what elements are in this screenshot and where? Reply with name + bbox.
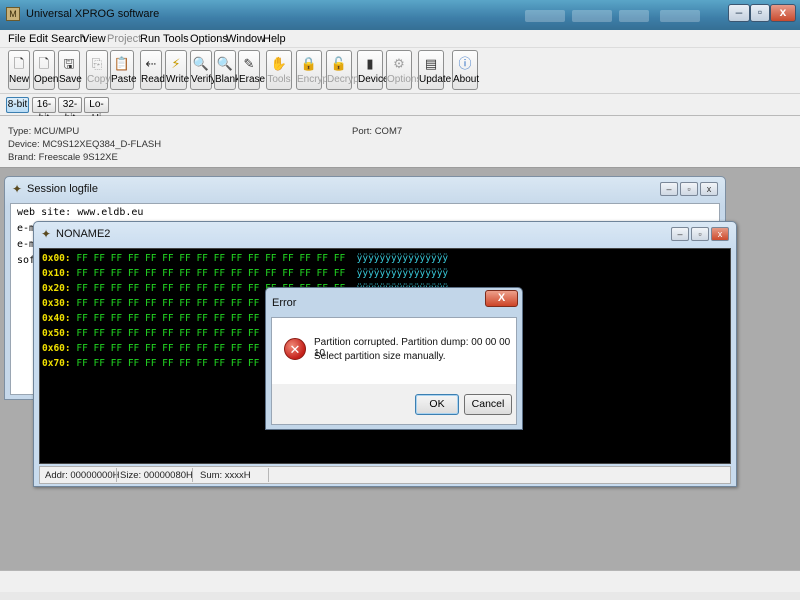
noname2-close-button[interactable]: x <box>711 227 729 241</box>
window-bottom-edge <box>0 592 800 600</box>
bitmode-16bit-button[interactable]: 16-bit <box>32 97 56 124</box>
minimize-window-button[interactable]: – <box>728 4 750 22</box>
menu-bar: File Edit Search View Project Run Tools … <box>0 30 800 48</box>
write-lightning-icon: ⚡ <box>171 56 181 71</box>
status-separator <box>116 468 117 482</box>
update-button[interactable]: ▤ Update <box>418 50 451 90</box>
erase-brush-icon: ✎ <box>243 56 255 71</box>
device-name-text: Device: MC9S12XEQ384_D-FLASH <box>8 139 162 150</box>
hex-addr-text: Addr: 00000000H <box>45 470 120 481</box>
menu-run[interactable]: Run <box>140 33 160 45</box>
read-button[interactable]: ⇠ Read <box>140 50 165 90</box>
info-icon: ⓘ <box>458 56 472 71</box>
error-close-button[interactable]: X <box>485 290 518 307</box>
update-icon: ▤ <box>424 56 438 71</box>
bitmode-bar: 8-bit 16-bit 32-bit Lo-Hi <box>0 94 800 124</box>
log-line: web site: www.eldb.eu <box>17 207 144 218</box>
copy-icon: ⎘ <box>91 56 103 71</box>
taskbar-strip <box>660 10 700 22</box>
maximize-window-button[interactable]: ▫ <box>750 4 770 22</box>
error-message-line2: Select partition size manually. <box>314 351 446 362</box>
bitmode-8bit-button[interactable]: 8-bit <box>6 97 29 113</box>
blank-check-icon: 🔍 <box>216 56 234 71</box>
hex-row: 0x00: FF FF FF FF FF FF FF FF FF FF FF F… <box>42 253 449 264</box>
blank-button[interactable]: 🔍 Blank <box>214 50 240 90</box>
device-button[interactable]: ▮ Device <box>357 50 389 90</box>
open-button[interactable]: 🗋 Open <box>33 50 58 90</box>
verify-magnifier-icon: 🔍 <box>192 56 210 71</box>
copy-button[interactable]: ⎘ Copy <box>86 50 110 90</box>
menu-tools[interactable]: Tools <box>163 33 189 45</box>
noname2-minimize-button[interactable]: – <box>671 227 689 241</box>
about-button[interactable]: ⓘ About <box>452 50 479 90</box>
options-icon: ⚙ <box>393 56 405 71</box>
menu-edit[interactable]: Edit <box>29 33 48 45</box>
hex-status-bar: Addr: 00000000H Size: 00000080H Sum: xxx… <box>39 466 731 484</box>
noname2-maximize-button[interactable]: ▫ <box>691 227 709 241</box>
app-titlebar[interactable]: M Universal XPROG software – ▫ x <box>0 0 800 30</box>
menu-help[interactable]: Help <box>263 33 286 45</box>
menu-file[interactable]: File <box>8 33 26 45</box>
paste-button[interactable]: 📋 Paste <box>110 50 137 90</box>
write-button[interactable]: ⚡ Write <box>165 50 189 90</box>
error-message-area: ✕ Partition corrupted. Partition dump: 0… <box>272 318 516 384</box>
encrypt-button[interactable]: 🔒 Encrypt <box>296 50 331 90</box>
app-title: Universal XPROG software <box>26 8 160 20</box>
menu-project[interactable]: Project <box>107 33 141 45</box>
noname2-window-title: NONAME2 <box>56 228 111 240</box>
menu-view[interactable]: View <box>82 33 106 45</box>
cancel-button[interactable]: Cancel <box>464 394 512 415</box>
window-icon: ✦ <box>12 182 23 196</box>
paste-icon: 📋 <box>113 56 131 71</box>
status-separator <box>268 468 269 482</box>
unlock-icon: 🔓 <box>330 56 348 71</box>
chip-icon: ▮ <box>366 56 374 71</box>
session-window-title: Session logfile <box>27 183 98 195</box>
hex-row: 0x10: FF FF FF FF FF FF FF FF FF FF FF F… <box>42 268 449 279</box>
tools-icon: ✋ <box>270 56 288 71</box>
new-button[interactable]: 🗋 New <box>8 50 30 90</box>
taskbar-strip <box>572 10 612 22</box>
save-button[interactable]: 🖫 Save <box>58 50 82 90</box>
open-file-icon: 🗋 <box>38 56 50 71</box>
error-dialog-body: ✕ Partition corrupted. Partition dump: 0… <box>271 317 517 425</box>
status-separator <box>192 468 193 482</box>
error-dialog[interactable]: Error X ✕ Partition corrupted. Partition… <box>265 287 523 430</box>
window-icon: ✦ <box>41 227 52 241</box>
device-brand-text: Brand: Freescale 9S12XE <box>8 152 118 163</box>
erase-button[interactable]: ✎ Erase <box>238 50 265 90</box>
read-chip-icon: ⇠ <box>145 56 157 71</box>
taskbar-strip <box>619 10 649 22</box>
menu-window[interactable]: Window <box>226 33 265 45</box>
bitmode-lohi-button[interactable]: Lo-Hi <box>84 97 109 124</box>
bitmode-32bit-button[interactable]: 32-bit <box>58 97 82 124</box>
ok-button[interactable]: OK <box>415 394 459 415</box>
lock-icon: 🔒 <box>300 56 318 71</box>
menu-search[interactable]: Search <box>51 33 86 45</box>
session-maximize-button[interactable]: ▫ <box>680 182 698 196</box>
error-icon: ✕ <box>284 338 306 360</box>
port-text: Port: COM7 <box>352 126 403 137</box>
close-window-button[interactable]: x <box>770 4 796 22</box>
taskbar-strip <box>525 10 565 22</box>
toolbar: 🗋 New 🗋 Open 🖫 Save ⎘ Copy 📋 Paste ⇠ Rea… <box>0 48 800 94</box>
save-icon: 🖫 <box>63 56 75 71</box>
main-status-bar <box>0 570 800 592</box>
hex-sum-text: Sum: xxxxH <box>200 470 251 481</box>
device-type-text: Type: MCU/MPU <box>8 126 80 137</box>
xprog-app-icon: M <box>6 7 20 21</box>
new-file-icon: 🗋 <box>13 56 25 71</box>
tools-button[interactable]: ✋ Tools <box>266 50 292 90</box>
hex-size-text: Size: 00000080H <box>120 470 193 481</box>
device-info-panel: Type: MCU/MPU Device: MC9S12XEQ384_D-FLA… <box>0 116 800 168</box>
error-dialog-title: Error <box>272 297 297 309</box>
session-minimize-button[interactable]: – <box>660 182 678 196</box>
verify-button[interactable]: 🔍 Verify <box>190 50 216 90</box>
options-button[interactable]: ⚙ Options <box>386 50 421 90</box>
menu-options[interactable]: Options <box>190 33 228 45</box>
decrypt-button[interactable]: 🔓 Decrypt <box>326 50 361 90</box>
session-close-button[interactable]: x <box>700 182 718 196</box>
